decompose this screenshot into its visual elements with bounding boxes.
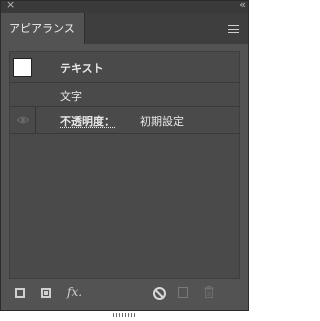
characters-label: 文字 bbox=[60, 90, 82, 103]
eye-icon[interactable] bbox=[17, 116, 29, 124]
add-stroke-icon[interactable] bbox=[15, 288, 25, 298]
collapse-panel-icon[interactable]: ‹‹ bbox=[239, 0, 246, 11]
hamburger-menu-icon[interactable] bbox=[228, 25, 239, 33]
text-swatch-icon bbox=[13, 58, 32, 77]
list-item-text-object[interactable]: テキスト bbox=[10, 52, 239, 83]
delete-item-icon[interactable] bbox=[204, 286, 214, 298]
duplicate-item-icon[interactable] bbox=[178, 287, 188, 298]
object-type-label: テキスト bbox=[60, 62, 104, 75]
tab-appearance-label: アピアランス bbox=[9, 22, 75, 35]
tab-appearance[interactable]: アピアランス bbox=[1, 13, 85, 44]
opacity-value: 初期設定 bbox=[140, 115, 184, 128]
resize-grip-icon[interactable] bbox=[113, 302, 137, 317]
add-fill-icon[interactable] bbox=[41, 288, 51, 298]
fx-icon[interactable]: fx. bbox=[67, 285, 82, 299]
list-item-characters[interactable]: 文字 bbox=[10, 83, 239, 107]
opacity-link[interactable]: 不透明度： bbox=[60, 113, 115, 129]
tab-bar: アピアランス bbox=[1, 13, 248, 44]
appearance-panel: × ‹‹ アピアランス テキスト 文字 不透明度： 初期設定 fx. bbox=[0, 0, 249, 317]
clear-appearance-icon[interactable] bbox=[153, 287, 166, 300]
panel-title-bar[interactable]: × ‹‹ bbox=[1, 0, 248, 13]
close-panel-icon[interactable]: × bbox=[6, 0, 15, 11]
appearance-list: テキスト 文字 不透明度： 初期設定 bbox=[9, 51, 240, 279]
row-divider bbox=[35, 107, 36, 133]
list-item-opacity[interactable]: 不透明度： 初期設定 bbox=[10, 107, 239, 134]
